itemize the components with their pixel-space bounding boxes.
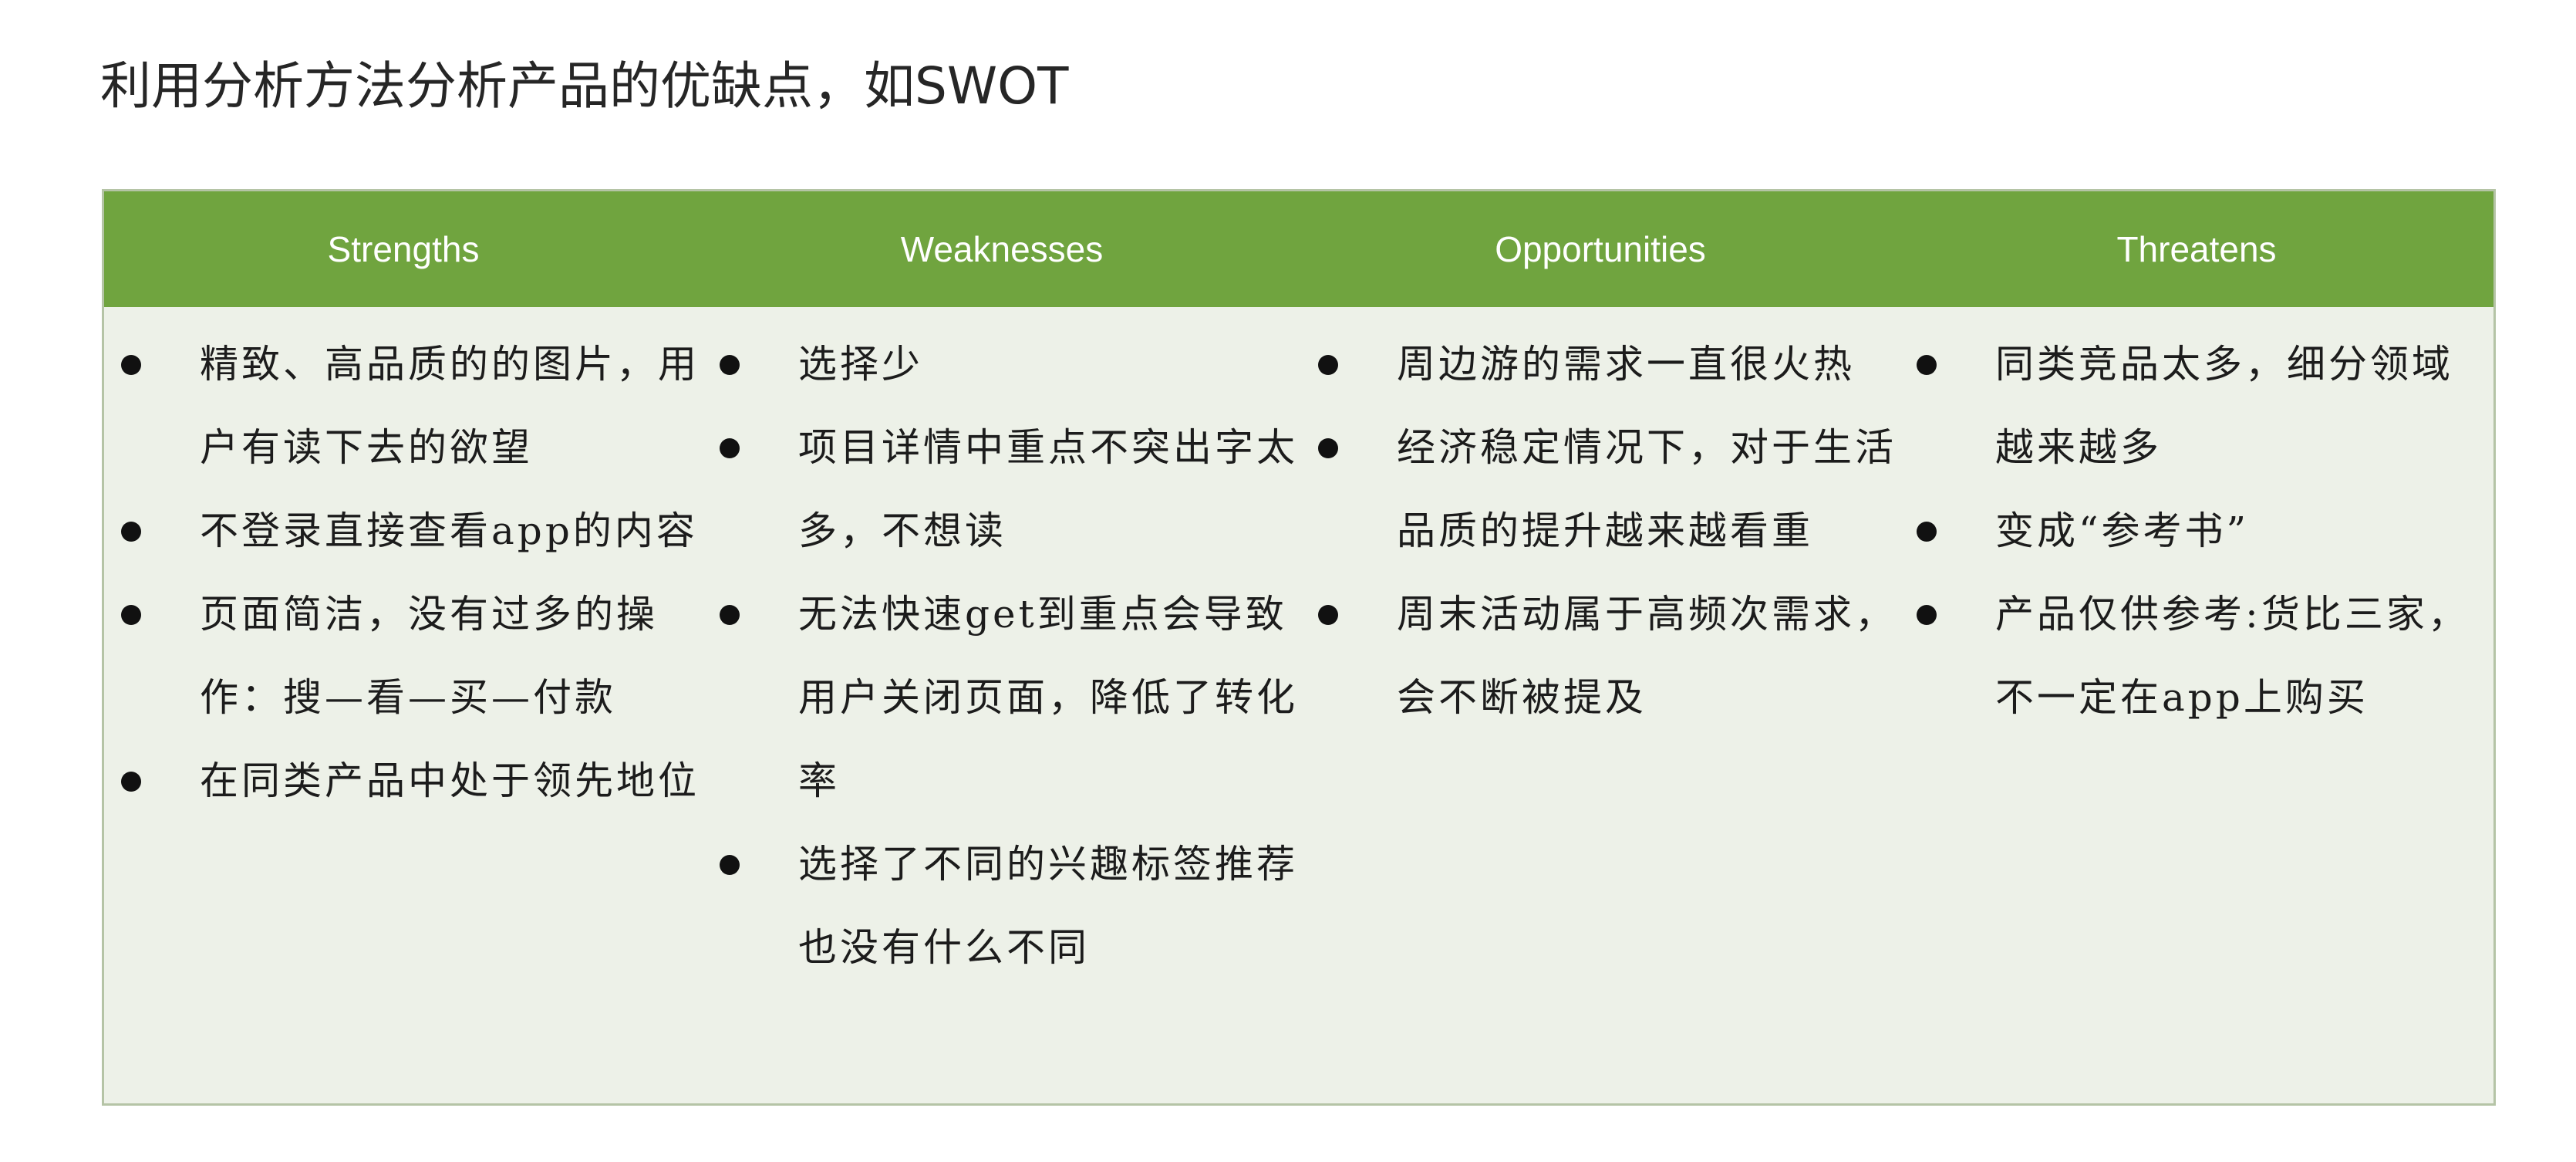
list-item: 项目详情中重点不突出字太多，不想读 <box>703 406 1304 573</box>
list-item: 选择少 <box>703 323 1304 406</box>
list-item: 变成“参考书” <box>1900 489 2493 573</box>
bullet-icon <box>121 772 141 792</box>
header-strengths: Strengths <box>327 229 480 269</box>
header-weaknesses: Weaknesses <box>900 229 1104 269</box>
bullet-icon <box>1917 522 1937 542</box>
strengths-item-text: 在同类产品中处于领先地位 <box>200 758 700 803</box>
weaknesses-item-text: 无法快速get到重点会导致用户关闭页面，降低了转化率 <box>798 592 1298 803</box>
bullet-icon <box>1318 355 1338 375</box>
opportunities-item-text: 周末活动属于高频次需求，会不断被提及 <box>1397 592 1897 720</box>
list-item: 不登录直接查看app的内容 <box>104 489 713 573</box>
threatens-column: 同类竞品太多，细分领域越来越多 变成“参考书” 产品仅供参考:货比三家，不一定在… <box>1900 323 2493 739</box>
list-item: 在同类产品中处于领先地位 <box>104 739 713 823</box>
strengths-column: 精致、高品质的的图片，用户有读下去的欲望 不登录直接查看app的内容 页面简洁，… <box>104 323 713 823</box>
bullet-icon <box>121 605 141 625</box>
weaknesses-item-text: 选择少 <box>798 342 923 387</box>
slide-title: 利用分析方法分析产品的优缺点，如SWOT <box>100 56 1069 116</box>
list-item: 经济稳定情况下，对于生活品质的提升越来越看重 <box>1301 406 1903 573</box>
list-item: 选择了不同的兴趣标签推荐也没有什么不同 <box>703 823 1304 989</box>
bullet-icon <box>121 355 141 375</box>
strengths-item-text: 不登录直接查看app的内容 <box>200 508 698 553</box>
opportunities-item-text: 经济稳定情况下，对于生活品质的提升越来越看重 <box>1397 425 1897 553</box>
list-item: 无法快速get到重点会导致用户关闭页面，降低了转化率 <box>703 573 1304 823</box>
threatens-item-text: 同类竞品太多，细分领域越来越多 <box>1995 342 2453 470</box>
swot-header-row: Strengths Weaknesses Opportunities Threa… <box>104 191 2493 307</box>
bullet-icon <box>1318 438 1338 458</box>
list-item: 页面简洁，没有过多的操作：搜—看—买—付款 <box>104 573 713 739</box>
list-item: 同类竞品太多，细分领域越来越多 <box>1900 323 2493 489</box>
strengths-item-text: 精致、高品质的的图片，用户有读下去的欲望 <box>200 342 700 470</box>
bullet-icon <box>720 855 740 875</box>
strengths-item-text: 页面简洁，没有过多的操作：搜—看—买—付款 <box>200 592 658 720</box>
weaknesses-item-text: 选择了不同的兴趣标签推荐也没有什么不同 <box>798 842 1298 970</box>
threatens-item-text: 产品仅供参考:货比三家，不一定在app上购买 <box>1995 592 2470 720</box>
list-item: 周边游的需求一直很火热 <box>1301 323 1903 406</box>
opportunities-item-text: 周边游的需求一直很火热 <box>1397 342 1855 387</box>
threatens-item-text: 变成“参考书” <box>1995 508 2250 553</box>
list-item: 精致、高品质的的图片，用户有读下去的欲望 <box>104 323 713 489</box>
bullet-icon <box>720 605 740 625</box>
opportunities-column: 周边游的需求一直很火热 经济稳定情况下，对于生活品质的提升越来越看重 周末活动属… <box>1301 323 1903 739</box>
bullet-icon <box>1318 605 1338 625</box>
header-opportunities: Opportunities <box>1495 229 1706 269</box>
header-threatens: Threatens <box>2116 229 2277 269</box>
swot-table: Strengths Weaknesses Opportunities Threa… <box>102 189 2496 1106</box>
bullet-icon <box>1917 605 1937 625</box>
weaknesses-column: 选择少 项目详情中重点不突出字太多，不想读 无法快速get到重点会导致用户关闭页… <box>703 323 1304 989</box>
list-item: 产品仅供参考:货比三家，不一定在app上购买 <box>1900 573 2493 739</box>
bullet-icon <box>720 438 740 458</box>
bullet-icon <box>121 522 141 542</box>
bullet-icon <box>1917 355 1937 375</box>
list-item: 周末活动属于高频次需求，会不断被提及 <box>1301 573 1903 739</box>
bullet-icon <box>720 355 740 375</box>
weaknesses-item-text: 项目详情中重点不突出字太多，不想读 <box>798 425 1298 553</box>
